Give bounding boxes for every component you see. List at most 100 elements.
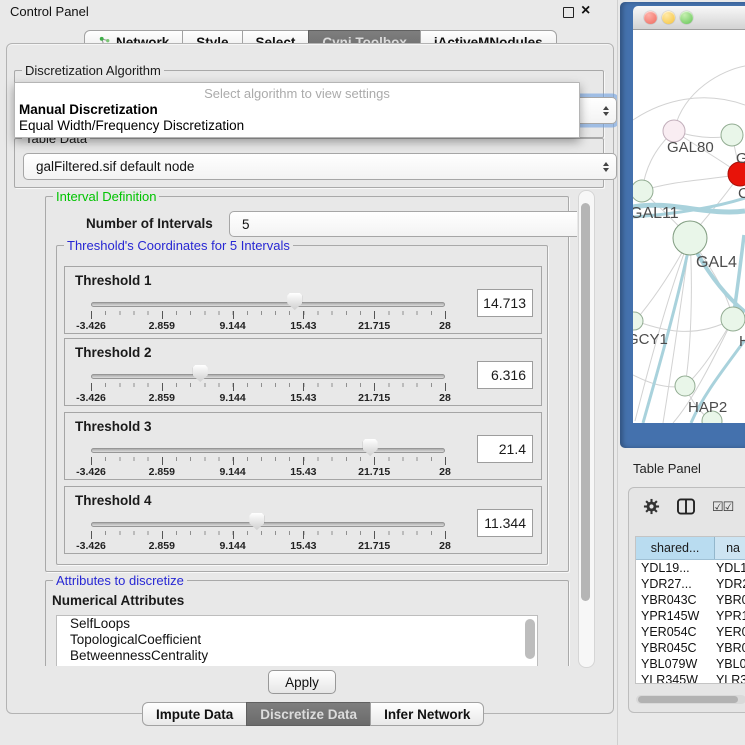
network-node[interactable]: [675, 376, 695, 396]
numerical-attributes-list[interactable]: SelfLoopsTopologicalCoefficientBetweenne…: [56, 615, 538, 666]
float-window-icon[interactable]: [563, 7, 574, 18]
cell-name[interactable]: YDL1: [714, 560, 745, 576]
list-scrollbar-thumb[interactable]: [525, 619, 535, 659]
threshold-slider[interactable]: -3.4262.8599.14415.4321.71528: [91, 413, 445, 479]
threshold-slider[interactable]: -3.4262.8599.14415.4321.71528: [91, 339, 445, 405]
table-panel-toolbar: ☑☑: [643, 498, 733, 515]
network-node[interactable]: [721, 307, 745, 331]
column-header-name[interactable]: na: [715, 537, 745, 559]
cell-shared-name[interactable]: YPR145W: [636, 608, 714, 624]
settings-vertical-scrollbar[interactable]: [578, 190, 595, 668]
cell-name[interactable]: YLR3: [714, 672, 745, 684]
network-node[interactable]: [633, 312, 643, 330]
cell-shared-name[interactable]: YBL079W: [636, 656, 714, 672]
slider-thumb[interactable]: [363, 439, 378, 456]
tick-label: -3.426: [76, 320, 106, 332]
cell-name[interactable]: YBL0: [714, 656, 745, 672]
tick-label: -3.426: [76, 466, 106, 478]
algorithm-option-equal-width[interactable]: Equal Width/Frequency Discretization: [19, 118, 575, 134]
tick-label: 2.859: [149, 466, 175, 478]
cell-shared-name[interactable]: YDR27...: [636, 576, 714, 592]
threshold-value-field[interactable]: 6.316: [477, 361, 533, 389]
table-data-combobox[interactable]: galFiltered.sif default node: [23, 153, 617, 180]
slider-track[interactable]: [91, 448, 445, 453]
threshold-value-field[interactable]: 21.4: [477, 435, 533, 463]
interval-definition-group: Interval Definition Number of Intervals …: [45, 196, 569, 572]
network-canvas[interactable]: GAL80 GA GAL11 C GAL4 GCY1 H HAP2: [633, 30, 745, 423]
tick-label: 9.144: [219, 392, 245, 404]
attribute-list-item[interactable]: SelfLoops: [57, 616, 537, 632]
tick-label: 28: [439, 540, 451, 552]
node-label: GA: [736, 150, 745, 167]
mac-zoom-button[interactable]: [680, 11, 693, 24]
table-row[interactable]: YLR345WYLR3: [636, 672, 745, 684]
tab-label: Discretize Data: [260, 707, 357, 722]
bottom-tab-discretize-data[interactable]: Discretize Data: [246, 702, 371, 726]
network-node[interactable]: [633, 180, 653, 202]
node-attribute-table[interactable]: shared... na YDL19...YDL1YDR27...YDR2YBR…: [635, 536, 745, 684]
attribute-list-item[interactable]: BetweennessCentrality: [57, 648, 537, 664]
table-row[interactable]: YBR045CYBR0: [636, 640, 745, 656]
cell-name[interactable]: YBR0: [714, 640, 745, 656]
cell-name[interactable]: YDR2: [714, 576, 745, 592]
table-hscrollbar-thumb[interactable]: [638, 696, 738, 703]
slider-ticks: [91, 311, 445, 319]
node-label: HAP2: [688, 399, 727, 416]
bottom-tab-infer-network[interactable]: Infer Network: [370, 702, 484, 726]
control-panel-titlebar: Control Panel ×: [0, 0, 620, 24]
gear-icon[interactable]: [643, 498, 660, 515]
threshold-value-field[interactable]: 11.344: [477, 509, 533, 537]
network-view-window: GAL80 GA GAL11 C GAL4 GCY1 H HAP2: [620, 2, 745, 448]
column-header-shared-name[interactable]: shared...: [636, 537, 715, 559]
mac-minimize-button[interactable]: [662, 11, 675, 24]
threshold-panel: Threshold 3 -3.4262.8599.14415.4321.7152…: [64, 412, 542, 480]
settings-scrollbar-thumb[interactable]: [581, 203, 590, 601]
cell-name[interactable]: YPR1: [714, 608, 745, 624]
threshold-panel: Threshold 2 -3.4262.8599.14415.4321.7152…: [64, 338, 542, 406]
close-panel-icon[interactable]: ×: [581, 2, 590, 20]
screenshot-root: Control Panel × NetworkStyleSelectCyni T…: [0, 0, 745, 745]
table-horizontal-scrollbar[interactable]: [636, 695, 745, 704]
split-view-icon[interactable]: [676, 498, 696, 515]
threshold-panel: Threshold 4 -3.4262.8599.14415.4321.7152…: [64, 486, 542, 554]
network-node[interactable]: [721, 124, 743, 146]
algorithm-option-manual[interactable]: Manual Discretization: [19, 102, 575, 118]
tick-label: 9.144: [219, 320, 245, 332]
cell-shared-name[interactable]: YBR043C: [636, 592, 714, 608]
table-row[interactable]: YDR27...YDR2: [636, 576, 745, 592]
tick-label: 15.43: [290, 392, 316, 404]
threshold-slider[interactable]: -3.4262.8599.14415.4321.71528: [91, 487, 445, 553]
slider-track[interactable]: [91, 374, 445, 379]
apply-button[interactable]: Apply: [268, 670, 336, 694]
number-of-intervals-spinner[interactable]: 5: [229, 211, 577, 237]
tab-label: Infer Network: [384, 707, 470, 722]
tick-label: 15.43: [290, 466, 316, 478]
cell-shared-name[interactable]: YBR045C: [636, 640, 714, 656]
table-row[interactable]: YDL19...YDL1: [636, 560, 745, 576]
select-columns-icon[interactable]: ☑☑: [712, 499, 733, 515]
network-node[interactable]: [673, 221, 707, 255]
cell-shared-name[interactable]: YLR345W: [636, 672, 714, 684]
cell-name[interactable]: YER0: [714, 624, 745, 640]
table-row[interactable]: YER054CYER0: [636, 624, 745, 640]
slider-track[interactable]: [91, 522, 445, 527]
table-row[interactable]: YBL079WYBL0: [636, 656, 745, 672]
slider-thumb[interactable]: [249, 513, 264, 530]
cell-shared-name[interactable]: YER054C: [636, 624, 714, 640]
threshold-value-field[interactable]: 14.713: [477, 289, 533, 317]
table-header-row: shared... na: [636, 537, 745, 560]
numerical-attributes-label: Numerical Attributes: [52, 593, 184, 608]
cell-shared-name[interactable]: YDL19...: [636, 560, 714, 576]
slider-track[interactable]: [91, 302, 445, 307]
node-label: GCY1: [633, 331, 668, 348]
bottom-tab-impute-data[interactable]: Impute Data: [142, 702, 247, 726]
table-row[interactable]: YBR043CYBR0: [636, 592, 745, 608]
cell-name[interactable]: YBR0: [714, 592, 745, 608]
mac-close-button[interactable]: [644, 11, 657, 24]
node-label: C: [738, 185, 745, 202]
attribute-list-item[interactable]: TopologicalCoefficient: [57, 632, 537, 648]
table-row[interactable]: YPR145WYPR1: [636, 608, 745, 624]
slider-thumb[interactable]: [193, 365, 208, 382]
slider-thumb[interactable]: [287, 293, 302, 310]
threshold-slider[interactable]: -3.4262.8599.14415.4321.71528: [91, 267, 445, 333]
